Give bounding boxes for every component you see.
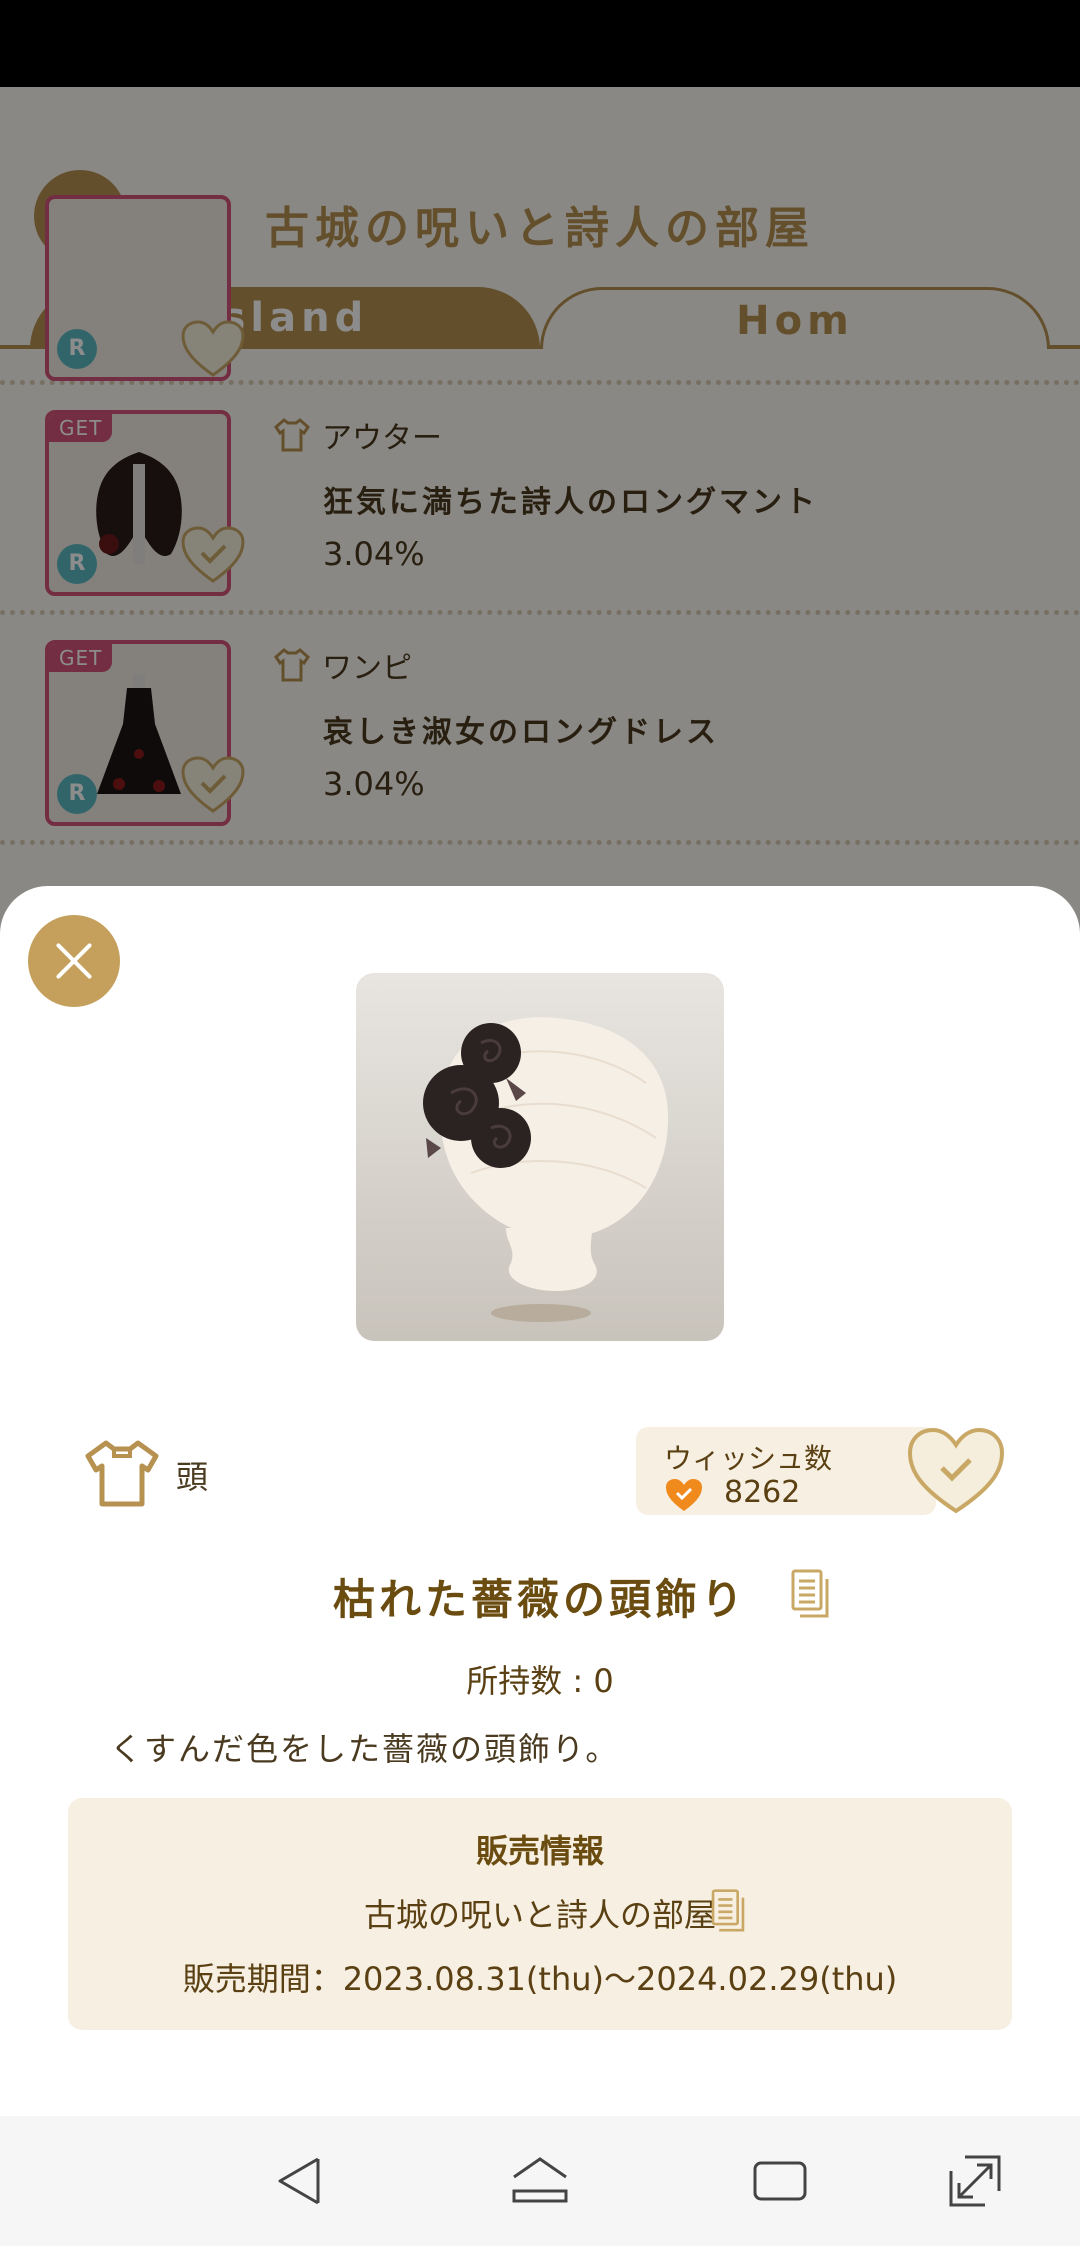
shirt-icon — [85, 1440, 159, 1507]
system-nav-bar — [0, 2116, 1080, 2246]
sale-source: 古城の呪いと詩人の部屋 — [363, 1896, 716, 1934]
close-icon[interactable] — [28, 915, 120, 1007]
recents-icon[interactable] — [750, 2151, 810, 2211]
item-detail-sheet: 頭 ウィッシュ数 8262 枯れた薔薇の頭飾り 所持数 : 0 くすんだ色をした… — [0, 886, 1080, 2116]
sale-heading: 販売情報 — [475, 1832, 604, 1870]
headpiece-illustration — [423, 1017, 669, 1322]
sale-period: 販売期間：2023.08.31(thu)〜2024.02.29(thu) — [182, 1960, 898, 1998]
owned-count: 所持数 : 0 — [466, 1662, 614, 1700]
item-image — [356, 973, 724, 1341]
heart-icon — [666, 1479, 702, 1511]
document-icon[interactable] — [710, 1888, 746, 1932]
item-title-row: 枯れた薔薇の頭飾り — [0, 1566, 1080, 1627]
category-label: 頭 — [176, 1458, 209, 1496]
home-icon[interactable] — [510, 2151, 570, 2211]
sale-info-box: 販売情報 古城の呪いと詩人の部屋 販売期間：2023.08.31(thu)〜20… — [68, 1798, 1012, 2030]
back-icon[interactable] — [270, 2151, 330, 2211]
wish-count: 8262 — [724, 1475, 801, 1510]
heart-check-icon[interactable] — [906, 1426, 1006, 1516]
wish-count-box: ウィッシュ数 8262 — [636, 1427, 936, 1515]
wish-label: ウィッシュ数 — [664, 1442, 833, 1475]
item-description: くすんだ色をした薔薇の頭飾り。 — [110, 1730, 620, 1768]
document-icon[interactable] — [790, 1568, 830, 1618]
sale-source-row: 古城の呪いと詩人の部屋 — [68, 1890, 1012, 1936]
item-title: 枯れた薔薇の頭飾り — [332, 1575, 747, 1624]
expand-icon[interactable] — [945, 2151, 1005, 2211]
status-bar — [0, 0, 1080, 87]
